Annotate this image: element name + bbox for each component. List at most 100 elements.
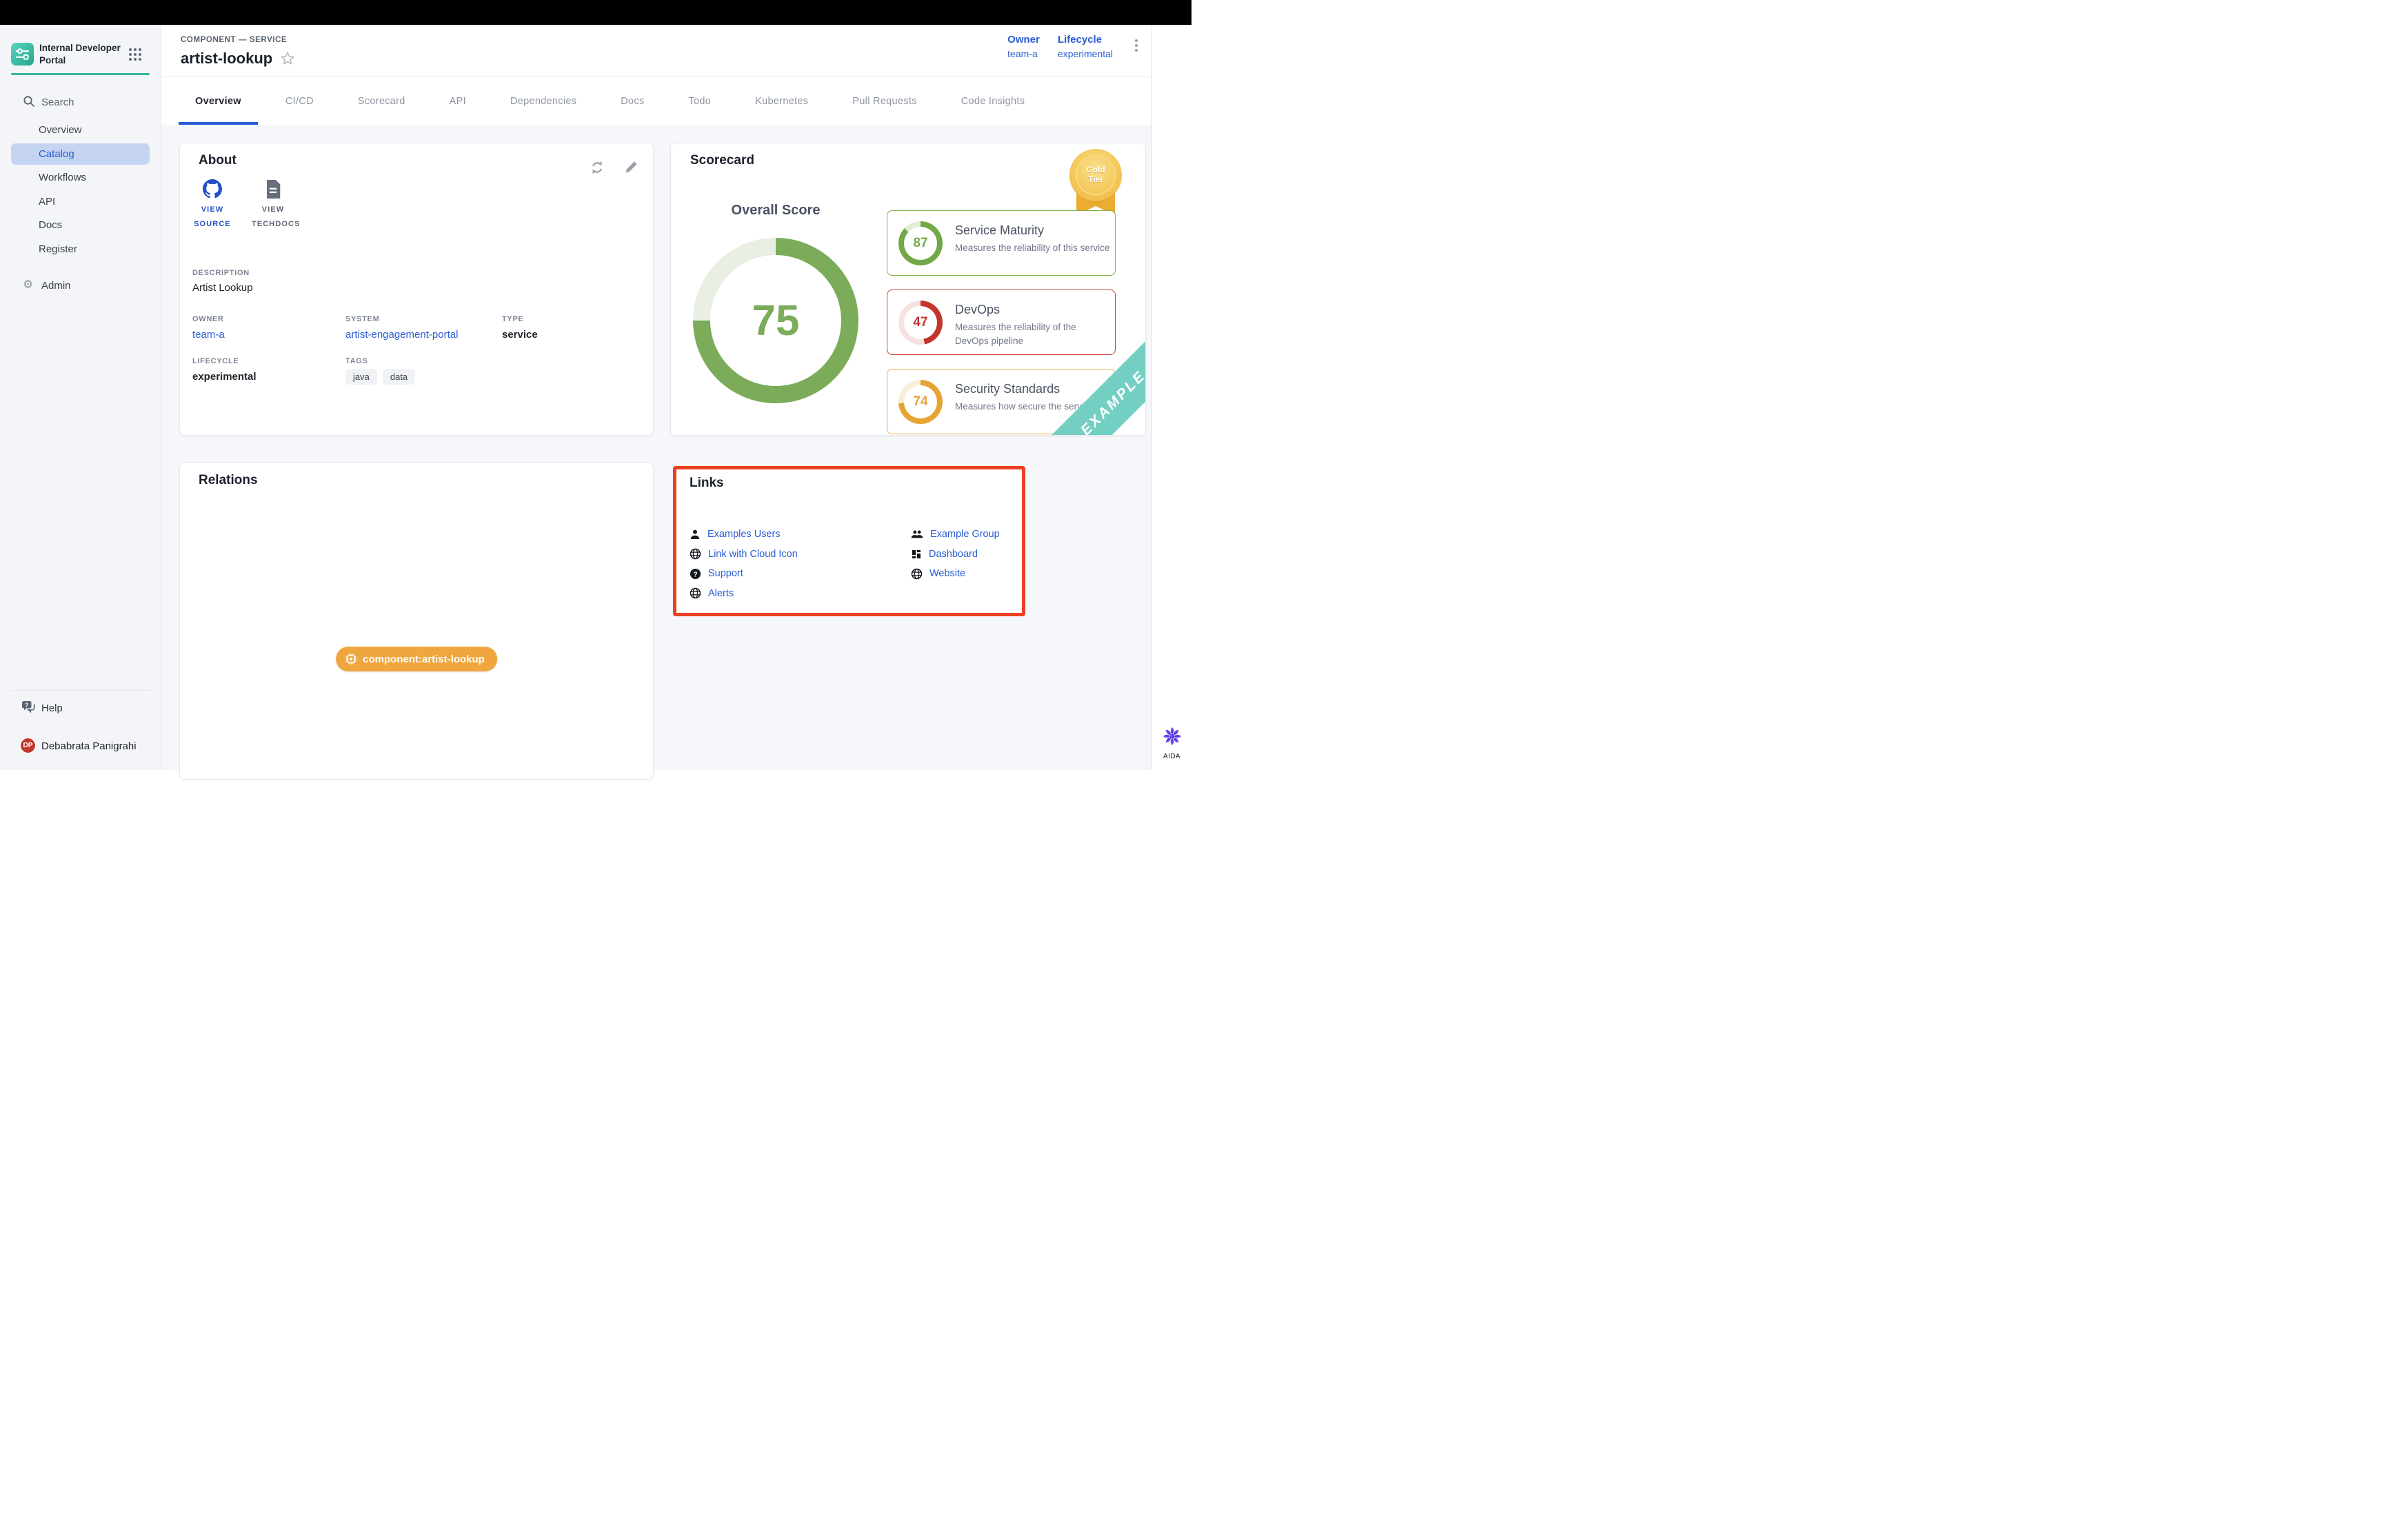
links-title: Links xyxy=(690,476,724,491)
aida-flower-icon xyxy=(1162,726,1183,747)
relations-title: Relations xyxy=(199,473,258,488)
breadcrumb: COMPONENT — SERVICE xyxy=(181,36,287,44)
top-black-bar xyxy=(0,0,1192,25)
tab-api[interactable]: API xyxy=(433,77,483,125)
sidebar-item-help[interactable]: ? Help xyxy=(0,699,161,717)
link-with-cloud-icon[interactable]: Link with Cloud Icon xyxy=(690,547,798,561)
sliders-logo-icon xyxy=(14,45,31,63)
edit-pencil-icon[interactable] xyxy=(624,160,641,176)
view-techdocs-action[interactable]: VIEW TECHDOCS xyxy=(252,179,294,232)
tab-pull-requests[interactable]: Pull Requests xyxy=(836,77,933,125)
links-column-1: Examples Users Link with Cloud Icon xyxy=(690,527,798,606)
tab-todo[interactable]: Todo xyxy=(672,77,728,125)
system-field-value[interactable]: artist-engagement-portal xyxy=(345,329,458,341)
globe-icon xyxy=(690,548,701,560)
type-field-label: TYPE xyxy=(502,315,524,323)
sidebar-item-overview[interactable]: Overview xyxy=(11,119,150,141)
tab-docs[interactable]: Docs xyxy=(604,77,661,125)
links-column-2: Example Group Dashboard xyxy=(911,527,1000,587)
lifecycle-field-value: experimental xyxy=(192,371,257,383)
gold-tier-badge: Gold Tier xyxy=(1068,149,1123,215)
score-item-service-maturity[interactable]: 87 Service Maturity Measures the reliabi… xyxy=(887,210,1116,276)
tags-field-label: TAGS xyxy=(345,357,368,365)
score-ring: 74 xyxy=(898,380,943,424)
avatar: DP xyxy=(19,737,37,754)
aida-label: AIDA xyxy=(1152,753,1192,760)
tab-bar: Overview CI/CD Scorecard API Dependencie… xyxy=(161,77,1152,125)
user-icon xyxy=(690,529,701,540)
svg-text:?: ? xyxy=(25,701,28,708)
app-title: Internal Developer Portal xyxy=(39,42,128,66)
more-options-icon[interactable] xyxy=(1131,38,1142,52)
sidebar-item-search[interactable]: Search xyxy=(0,94,161,112)
tab-dependencies[interactable]: Dependencies xyxy=(494,77,593,125)
tag-chip[interactable]: data xyxy=(383,369,415,385)
main-area: COMPONENT — SERVICE artist-lookup Owner … xyxy=(161,25,1152,770)
sidebar-item-docs[interactable]: Docs xyxy=(11,214,150,236)
page-header: COMPONENT — SERVICE artist-lookup Owner … xyxy=(161,25,1152,77)
help-circle-icon: ? xyxy=(690,568,701,580)
link-examples-users[interactable]: Examples Users xyxy=(690,527,798,541)
techdocs-doc-icon xyxy=(265,180,281,199)
tab-code-insights[interactable]: Code Insights xyxy=(945,77,1042,125)
sidebar-accent-rule xyxy=(11,73,150,75)
system-field-label: SYSTEM xyxy=(345,315,379,323)
link-example-group[interactable]: Example Group xyxy=(911,527,1000,541)
sidebar-item-api[interactable]: API xyxy=(11,191,150,212)
apps-grid-icon[interactable] xyxy=(129,48,141,61)
sidebar: Internal Developer Portal Search Overvie… xyxy=(0,25,161,770)
globe-icon xyxy=(690,587,701,599)
scorecard-title: Scorecard xyxy=(690,153,754,168)
user-profile[interactable]: DP Debabrata Panigrahi xyxy=(0,735,161,758)
link-alerts[interactable]: Alerts xyxy=(690,587,798,600)
gear-icon: ⚙ xyxy=(23,278,33,292)
overall-score-label: Overall Score xyxy=(693,203,858,219)
sidebar-item-register[interactable]: Register xyxy=(11,239,150,260)
tab-cicd[interactable]: CI/CD xyxy=(269,77,330,125)
score-item-title: Service Maturity xyxy=(955,223,1044,238)
search-label: Search xyxy=(41,97,74,108)
tab-kubernetes[interactable]: Kubernetes xyxy=(738,77,825,125)
owner-field-label: OWNER xyxy=(192,315,224,323)
tag-chip[interactable]: java xyxy=(345,369,377,385)
app-logo[interactable] xyxy=(11,43,34,65)
score-item-desc: Measures the reliability of the DevOps p… xyxy=(955,321,1110,347)
score-ring: 87 xyxy=(898,221,943,265)
description-label: DESCRIPTION xyxy=(192,269,250,277)
owner-value[interactable]: team-a xyxy=(1007,48,1040,59)
about-card: About xyxy=(179,143,654,436)
tab-scorecard[interactable]: Scorecard xyxy=(341,77,422,125)
link-dashboard[interactable]: Dashboard xyxy=(911,547,1000,561)
sidebar-item-workflows[interactable]: Workflows xyxy=(11,167,150,188)
relation-node-chip[interactable]: component:artist-lookup xyxy=(336,647,497,671)
group-icon xyxy=(911,529,923,540)
globe-icon xyxy=(911,568,923,580)
owner-label: Owner xyxy=(1007,34,1040,45)
link-support[interactable]: ? Support xyxy=(690,567,798,580)
link-website[interactable]: Website xyxy=(911,567,1000,580)
sidebar-item-admin[interactable]: ⚙ Admin xyxy=(0,277,161,295)
score-item-desc: Measures the reliability of this service xyxy=(955,241,1110,255)
lifecycle-value: experimental xyxy=(1058,48,1113,59)
aida-widget[interactable]: AIDA xyxy=(1152,726,1192,760)
favorite-star-icon[interactable] xyxy=(280,51,295,66)
sidebar-item-catalog[interactable]: Catalog xyxy=(11,143,150,165)
svg-text:?: ? xyxy=(693,571,697,578)
content-area: About xyxy=(161,125,1152,770)
view-source-action[interactable]: VIEW SOURCE xyxy=(191,179,234,232)
lifecycle-label: Lifecycle xyxy=(1058,34,1113,45)
score-item-devops[interactable]: 47 DevOps Measures the reliability of th… xyxy=(887,290,1116,355)
owner-meta: Owner team-a xyxy=(1007,34,1040,59)
badge-label: Gold Tier xyxy=(1081,165,1110,185)
type-field-value: service xyxy=(502,329,538,341)
refresh-icon[interactable] xyxy=(590,160,606,176)
dashboard-icon xyxy=(911,549,922,560)
search-icon xyxy=(23,95,35,108)
owner-field-value[interactable]: team-a xyxy=(192,329,225,341)
badge-medal-icon: Gold Tier xyxy=(1069,149,1122,201)
sidebar-divider xyxy=(11,690,150,691)
tab-overview[interactable]: Overview xyxy=(179,77,258,125)
help-chat-icon: ? xyxy=(21,700,36,713)
score-item-title: Security Standards xyxy=(955,382,1060,396)
about-title: About xyxy=(199,153,237,168)
